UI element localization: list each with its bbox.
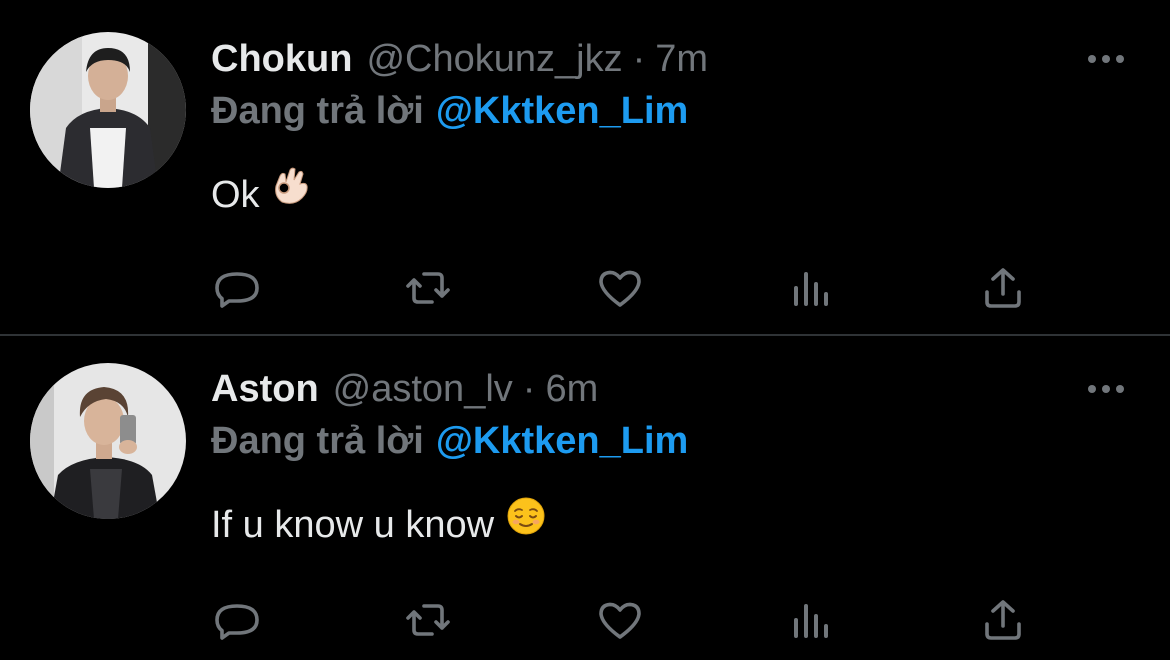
tweet-actions <box>0 258 1170 318</box>
mention-link[interactable]: @Kktken_Lim <box>436 420 688 462</box>
separator-dot: · <box>632 38 646 80</box>
author-name[interactable]: Chokun <box>211 34 352 84</box>
views-icon[interactable] <box>782 590 842 650</box>
tweet-feed: Chokun @Chokunz_jkz · 7m Đang trả lời @Kk… <box>0 0 1170 660</box>
timestamp[interactable]: 6m <box>545 364 598 414</box>
avatar[interactable] <box>30 32 186 188</box>
author-name[interactable]: Aston <box>211 364 319 414</box>
replying-to: Đang trả lời @Kktken_Lim <box>211 86 688 136</box>
more-options-icon[interactable] <box>1086 44 1126 74</box>
tweet-text-content: If u know u know <box>211 504 495 546</box>
tweet-header: Aston @aston_lv · 6m <box>211 364 598 414</box>
more-options-icon[interactable] <box>1086 374 1126 404</box>
timestamp[interactable]: 7m <box>655 34 708 84</box>
avatar[interactable] <box>30 363 186 519</box>
relieved-face-emoji <box>506 496 546 549</box>
author-handle[interactable]: @aston_lv <box>333 364 513 414</box>
share-icon[interactable] <box>973 590 1033 650</box>
reply-icon[interactable] <box>207 258 267 318</box>
reply-icon[interactable] <box>207 590 267 650</box>
tweet-actions <box>0 590 1170 650</box>
mention-link[interactable]: @Kktken_Lim <box>436 90 688 132</box>
tweet[interactable]: Aston @aston_lv · 6m Đang trả lời @Kktken… <box>0 336 1170 660</box>
replying-to: Đang trả lời @Kktken_Lim <box>211 416 688 466</box>
ok-hand-emoji <box>272 166 310 219</box>
tweet-text: If u know u know <box>211 497 546 550</box>
tweet[interactable]: Chokun @Chokunz_jkz · 7m Đang trả lời @Kk… <box>0 0 1170 335</box>
tweet-text: Ok <box>211 168 310 220</box>
like-icon[interactable] <box>590 258 650 318</box>
retweet-icon[interactable] <box>398 590 458 650</box>
views-icon[interactable] <box>782 258 842 318</box>
retweet-icon[interactable] <box>398 258 458 318</box>
like-icon[interactable] <box>590 590 650 650</box>
share-icon[interactable] <box>973 258 1033 318</box>
tweet-header: Chokun @Chokunz_jkz · 7m <box>211 34 708 84</box>
author-handle[interactable]: @Chokunz_jkz <box>366 34 622 84</box>
tweet-text-content: Ok <box>211 174 260 216</box>
replying-to-label: Đang trả lời <box>211 90 424 132</box>
separator-dot: · <box>522 368 536 410</box>
replying-to-label: Đang trả lời <box>211 420 424 462</box>
